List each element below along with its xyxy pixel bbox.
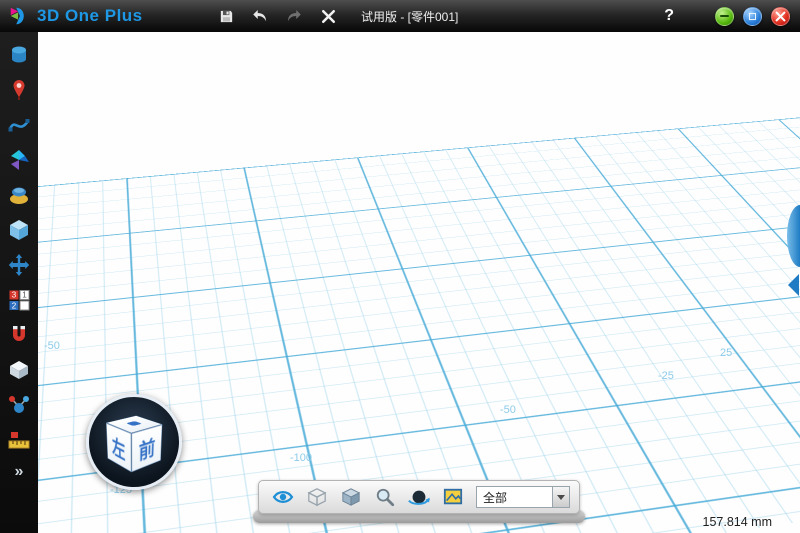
- tool-sketch-button[interactable]: [2, 72, 36, 107]
- constraint-icon: [7, 323, 31, 347]
- grid-axis-label: 25: [720, 347, 732, 359]
- tool-edit-model-button[interactable]: [2, 142, 36, 177]
- render-settings-button[interactable]: [438, 483, 468, 511]
- filter-dropdown-value: 全部: [477, 489, 552, 506]
- tool-deform-button[interactable]: [2, 177, 36, 212]
- shaded-view-icon: [340, 487, 362, 507]
- view-cube-face-front[interactable]: 前: [131, 424, 162, 472]
- zoom-icon: [375, 487, 395, 507]
- view-cube-scene: 前 左: [105, 413, 163, 471]
- tool-constraint-button[interactable]: [2, 317, 36, 352]
- primitives-icon: [7, 43, 31, 67]
- grid-axis-label: -25: [658, 370, 674, 382]
- save-button[interactable]: [215, 5, 237, 27]
- titlebar-toolbar: 试用版 - [零件001]: [215, 5, 458, 27]
- redo-icon: [285, 8, 303, 24]
- tool-assembly-button[interactable]: [2, 387, 36, 422]
- tool-pattern-button[interactable]: 3 1 2: [2, 282, 36, 317]
- save-icon: [218, 8, 235, 25]
- minimize-icon: [720, 15, 729, 17]
- special-features-icon: [7, 218, 31, 242]
- measurement-readout: 157.814 mm: [703, 515, 772, 529]
- left-toolbar: 3 1 2: [0, 32, 38, 533]
- svg-text:1: 1: [22, 290, 27, 299]
- tool-special-features-button[interactable]: [2, 212, 36, 247]
- minimize-button[interactable]: [715, 7, 734, 26]
- zoom-button[interactable]: [370, 483, 400, 511]
- grid-axis-label: -100: [290, 452, 312, 464]
- logo-area: 3D One Plus: [0, 5, 215, 27]
- edit-model-icon: [7, 148, 31, 172]
- toolbar-expand-button[interactable]: »: [15, 463, 24, 481]
- app-name: 3D One Plus: [37, 6, 143, 26]
- tool-curve-button[interactable]: [2, 107, 36, 142]
- render-settings-icon: [443, 487, 463, 507]
- sketch-icon: [7, 78, 31, 102]
- orbit-icon: [407, 486, 431, 508]
- grid-axis-label: -50: [500, 404, 516, 416]
- assembly-icon: [7, 393, 31, 417]
- maximize-icon: [749, 13, 756, 20]
- filter-dropdown[interactable]: 全部: [476, 486, 570, 508]
- close-button[interactable]: [771, 7, 790, 26]
- view-cube[interactable]: 前 左: [86, 394, 182, 490]
- svg-text:3: 3: [12, 290, 17, 299]
- app-window: 3D One Plus: [0, 0, 800, 533]
- chevron-down-icon[interactable]: [552, 487, 569, 507]
- curve-icon: [7, 113, 31, 137]
- visibility-icon: [272, 488, 294, 506]
- help-button[interactable]: ?: [664, 7, 674, 25]
- visibility-button[interactable]: [268, 483, 298, 511]
- material-icon: [7, 358, 31, 382]
- close-icon: [775, 11, 786, 22]
- titlebar-controls: ?: [664, 7, 800, 26]
- orbit-button[interactable]: [404, 483, 434, 511]
- maximize-button[interactable]: [743, 7, 762, 26]
- deform-icon: [7, 183, 31, 207]
- right-panel-arrow-icon[interactable]: [788, 274, 799, 296]
- wireframe-view-button[interactable]: [302, 483, 332, 511]
- undo-button[interactable]: [249, 5, 271, 27]
- undo-icon: [251, 8, 269, 24]
- redo-button[interactable]: [283, 5, 305, 27]
- viewport[interactable]: -50 -125 -100 -50 -25 25 前 左: [38, 32, 800, 533]
- svg-text:2: 2: [12, 301, 17, 310]
- wireframe-view-icon: [306, 487, 328, 507]
- delete-button[interactable]: [317, 5, 339, 27]
- view-cube-top-mark-icon: [126, 421, 142, 426]
- view-cube-model: 前 左: [118, 420, 149, 465]
- delete-icon: [321, 9, 336, 24]
- tool-move-button[interactable]: [2, 247, 36, 282]
- shaded-view-button[interactable]: [336, 483, 366, 511]
- tool-measure-button[interactable]: [2, 422, 36, 457]
- document-title: 试用版 - [零件001]: [361, 8, 458, 25]
- measure-icon: [7, 428, 31, 452]
- grid-axis-label: -50: [44, 340, 60, 352]
- pattern-icon: 3 1 2: [7, 288, 31, 312]
- tool-primitives-button[interactable]: [2, 37, 36, 72]
- tool-material-button[interactable]: [2, 352, 36, 387]
- titlebar: 3D One Plus: [0, 0, 800, 32]
- app-logo-icon: [8, 5, 30, 27]
- view-toolbar: 全部: [258, 480, 580, 514]
- move-icon: [7, 253, 31, 277]
